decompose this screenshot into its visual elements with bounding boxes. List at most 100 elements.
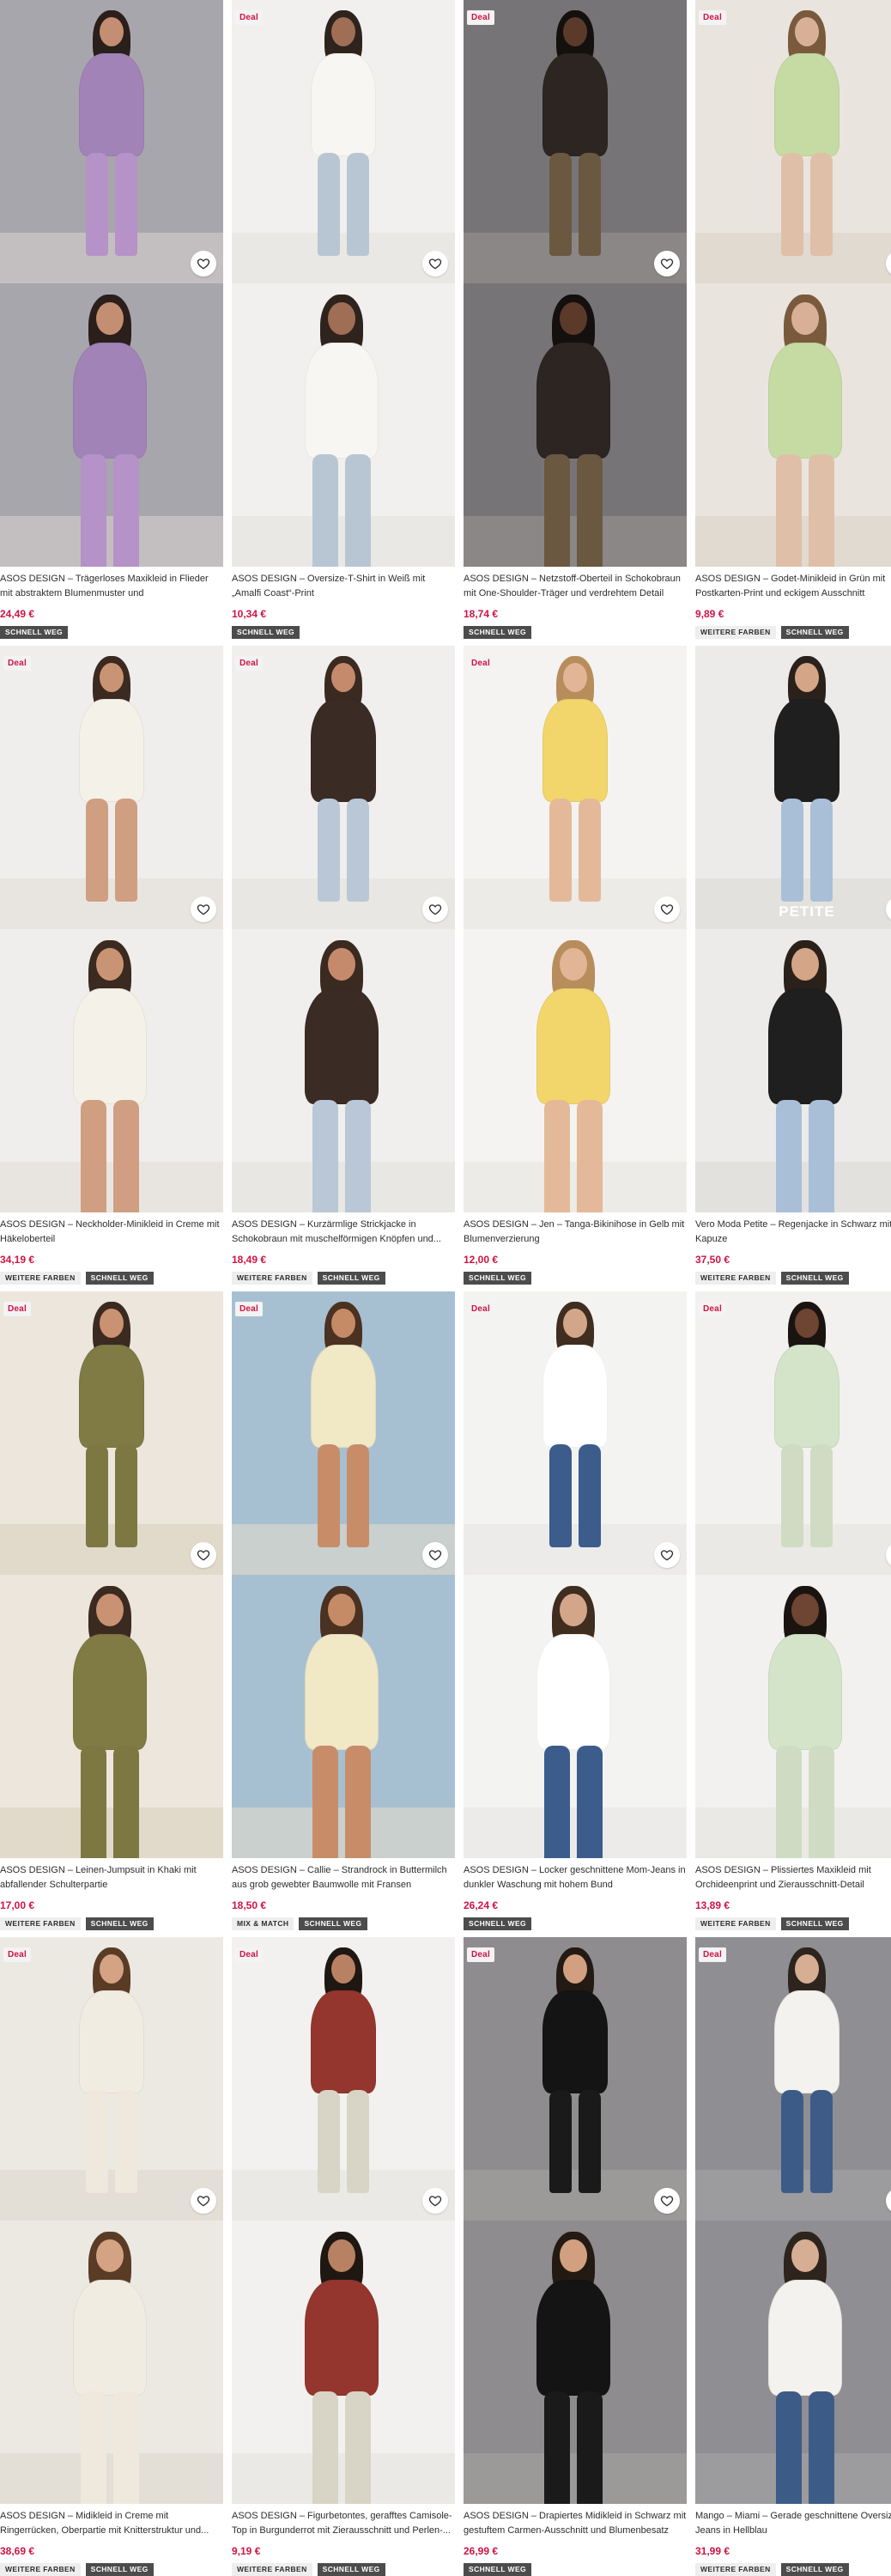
product-card[interactable]: ASOS DESIGN – Trägerloses Maxikleid in F… [0,0,223,646]
product-image-primary[interactable] [0,1291,223,1575]
product-card[interactable]: Deal ASOS DESIGN – Locker geschnittene Mo… [464,1291,687,1937]
product-image-gallery[interactable]: Deal [464,1937,687,2504]
product-name-link[interactable]: ASOS DESIGN – Callie – Strandrock in But… [232,1863,455,1894]
product-image-primary[interactable] [232,1937,455,2221]
product-card[interactable]: Deal ASOS DESIGN – Jen – Tanga-Bikinihose… [464,646,687,1291]
product-image-gallery[interactable]: Deal [232,1291,455,1858]
product-image-gallery[interactable]: Deal [464,1291,687,1858]
product-image-gallery[interactable]: Deal [695,0,891,567]
product-image-primary[interactable] [464,0,687,283]
wishlist-heart-icon[interactable] [191,251,216,276]
product-image-primary[interactable]: PETITE [695,646,891,929]
wishlist-heart-icon[interactable] [191,1542,216,1568]
product-name-link[interactable]: ASOS DESIGN – Oversize-T-Shirt in Weiß m… [232,572,455,603]
product-image-secondary[interactable] [695,929,891,1212]
wishlist-heart-icon[interactable] [654,2188,680,2214]
product-image-secondary[interactable] [0,1575,223,1858]
product-name-link[interactable]: ASOS DESIGN – Jen – Tanga-Bikinihose in … [464,1218,687,1249]
model-leg-left [312,2391,338,2504]
product-name-link[interactable]: ASOS DESIGN – Locker geschnittene Mom-Je… [464,1863,687,1894]
product-card[interactable]: PETITE Vero Moda Petite – Regenjacke in S… [695,646,891,1291]
product-image-secondary[interactable] [232,1575,455,1858]
product-image-secondary[interactable] [695,2221,891,2504]
product-name-link[interactable]: ASOS DESIGN – Plissiertes Maxikleid mit … [695,1863,891,1894]
product-image-primary[interactable] [0,0,223,283]
product-image-gallery[interactable]: Deal [232,646,455,1212]
wishlist-heart-icon[interactable] [654,1542,680,1568]
model-leg-left [544,1100,570,1212]
product-image-primary[interactable] [232,646,455,929]
product-card[interactable]: Deal ASOS DESIGN – Drapiertes Midikleid i… [464,1937,687,2576]
product-card[interactable]: Deal ASOS DESIGN – Godet-Minikleid in Grü… [695,0,891,646]
product-image-gallery[interactable]: PETITE [695,646,891,1212]
product-image-gallery[interactable]: Deal [232,1937,455,2504]
wishlist-heart-icon[interactable] [191,896,216,922]
product-image-primary[interactable] [232,1291,455,1575]
product-image-secondary[interactable] [0,929,223,1212]
heart-outline-icon [197,904,210,915]
product-image-primary[interactable] [464,646,687,929]
wishlist-heart-icon[interactable] [422,2188,448,2214]
product-image-secondary[interactable] [464,2221,687,2504]
wishlist-heart-icon[interactable] [191,2188,216,2214]
product-image-primary[interactable] [695,1937,891,2221]
product-image-gallery[interactable] [0,0,223,567]
product-image-secondary[interactable] [0,2221,223,2504]
product-image-primary[interactable] [464,1937,687,2221]
product-card[interactable]: Deal ASOS DESIGN – Kurzärmlige Strickjack… [232,646,455,1291]
product-name-link[interactable]: ASOS DESIGN – Trägerloses Maxikleid in F… [0,572,223,603]
product-name-link[interactable]: ASOS DESIGN – Leinen-Jumpsuit in Khaki m… [0,1863,223,1894]
heart-outline-icon [428,258,442,270]
wishlist-heart-icon[interactable] [654,896,680,922]
product-name-link[interactable]: ASOS DESIGN – Figurbetontes, gerafftes C… [232,2509,455,2540]
product-image-secondary[interactable] [695,1575,891,1858]
product-name-link[interactable]: ASOS DESIGN – Godet-Minikleid in Grün mi… [695,572,891,603]
product-card[interactable]: Deal ASOS DESIGN – Plissiertes Maxikleid … [695,1291,891,1937]
product-card[interactable]: Deal Mango – Miami – Gerade geschnittene … [695,1937,891,2576]
product-image-secondary[interactable] [232,929,455,1212]
model-head [560,1594,587,1627]
product-image-gallery[interactable]: Deal [0,1291,223,1858]
product-card[interactable]: Deal ASOS DESIGN – Figurbetontes, gerafft… [232,1937,455,2576]
photo-floor [232,515,455,567]
product-card[interactable]: Deal ASOS DESIGN – Oversize-T-Shirt in We… [232,0,455,646]
product-image-primary[interactable] [464,1291,687,1575]
product-image-secondary[interactable] [464,283,687,567]
product-image-primary[interactable] [695,0,891,283]
product-image-gallery[interactable]: Deal [464,646,687,1212]
product-image-secondary[interactable] [464,1575,687,1858]
product-image-primary[interactable] [695,1291,891,1575]
product-image-gallery[interactable]: Deal [695,1291,891,1858]
product-tags: WEITERE FARBEN SCHNELL WEG [695,1917,849,1930]
product-card[interactable]: Deal ASOS DESIGN – Callie – Strandrock in… [232,1291,455,1937]
product-image-secondary[interactable] [232,283,455,567]
product-name-link[interactable]: Vero Moda Petite – Regenjacke in Schwarz… [695,1218,891,1249]
product-card[interactable]: Deal ASOS DESIGN – Leinen-Jumpsuit in Kha… [0,1291,223,1937]
product-card[interactable]: Deal ASOS DESIGN – Midikleid in Creme mit… [0,1937,223,2576]
product-name-link[interactable]: ASOS DESIGN – Drapiertes Midikleid in Sc… [464,2509,687,2540]
product-image-primary[interactable] [232,0,455,283]
product-image-gallery[interactable]: Deal [695,1937,891,2504]
product-name-link[interactable]: ASOS DESIGN – Midikleid in Creme mit Rin… [0,2509,223,2540]
product-card[interactable]: Deal ASOS DESIGN – Neckholder-Minikleid i… [0,646,223,1291]
wishlist-heart-icon[interactable] [422,896,448,922]
wishlist-heart-icon[interactable] [422,251,448,276]
product-image-gallery[interactable]: Deal [0,646,223,1212]
product-image-secondary[interactable] [0,283,223,567]
model-leg-left [312,454,338,567]
product-image-gallery[interactable]: Deal [0,1937,223,2504]
product-name-link[interactable]: ASOS DESIGN – Kurzärmlige Strickjacke in… [232,1218,455,1249]
wishlist-heart-icon[interactable] [654,251,680,276]
product-image-secondary[interactable] [232,2221,455,2504]
product-image-gallery[interactable]: Deal [232,0,455,567]
product-card[interactable]: Deal ASOS DESIGN – Netzstoff-Oberteil in … [464,0,687,646]
product-name-link[interactable]: Mango – Miami – Gerade geschnittene Over… [695,2509,891,2540]
product-image-gallery[interactable]: Deal [464,0,687,567]
wishlist-heart-icon[interactable] [422,1542,448,1568]
product-image-secondary[interactable] [695,283,891,567]
product-name-link[interactable]: ASOS DESIGN – Neckholder-Minikleid in Cr… [0,1218,223,1249]
product-image-secondary[interactable] [464,929,687,1212]
product-image-primary[interactable] [0,646,223,929]
product-image-primary[interactable] [0,1937,223,2221]
product-name-link[interactable]: ASOS DESIGN – Netzstoff-Oberteil in Scho… [464,572,687,603]
